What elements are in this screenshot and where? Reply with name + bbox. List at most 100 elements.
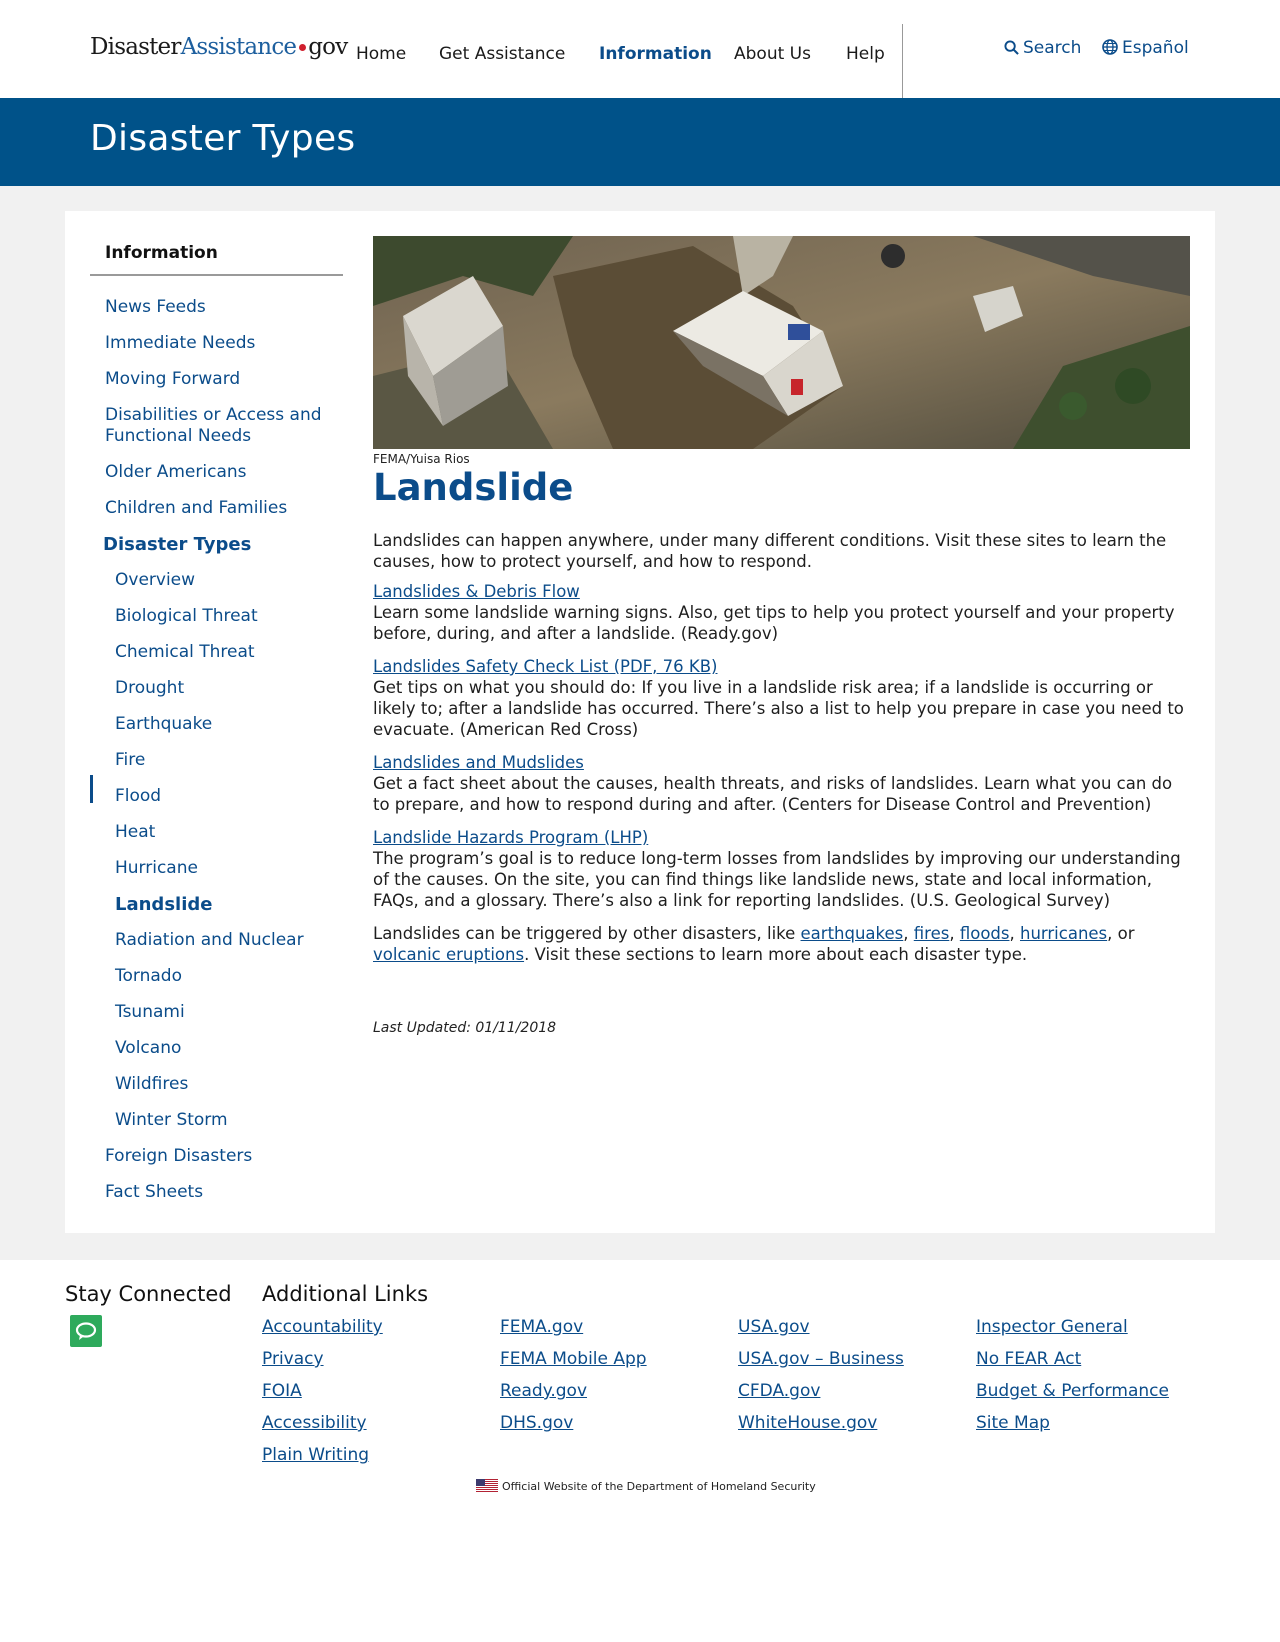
sidenav-sub-flood[interactable]: Flood	[115, 786, 161, 807]
footer-link-accountability[interactable]: Accountability	[262, 1317, 383, 1337]
site-header: DisasterAssistance gov Home Get Assistanc…	[0, 0, 1280, 102]
resource-item: Landslides & Debris Flow Learn some land…	[373, 581, 1190, 644]
footer-link-foia[interactable]: FOIA	[262, 1381, 302, 1401]
logo-dot	[299, 43, 307, 51]
footer-link-plain-writing[interactable]: Plain Writing	[262, 1445, 369, 1465]
sidenav-item-disabilities-line2[interactable]: Functional Needs	[105, 426, 251, 447]
sidenav-sub-landslide[interactable]: Landslide	[115, 894, 212, 915]
sidenav-item-moving-forward[interactable]: Moving Forward	[105, 369, 240, 390]
sidenav-item-fact-sheets[interactable]: Fact Sheets	[105, 1182, 203, 1203]
sidenav-item-news-feeds[interactable]: News Feeds	[105, 297, 206, 318]
closing-prefix: Landslides can be triggered by other dis…	[373, 924, 801, 943]
resource-description: Learn some landslide warning signs. Also…	[373, 603, 1175, 643]
sidenav-item-disabilities-line1[interactable]: Disabilities or Access and	[105, 405, 322, 426]
nav-about-us[interactable]: About Us	[734, 44, 811, 64]
us-flag-icon	[476, 1479, 498, 1492]
nav-home[interactable]: Home	[356, 44, 406, 64]
sidenav-heading: Information	[90, 243, 343, 276]
resource-link-mudslides[interactable]: Landslides and Mudslides	[373, 752, 1190, 773]
side-navigation: Information News Feeds Immediate Needs M…	[90, 243, 343, 1202]
globe-icon	[1102, 39, 1118, 55]
logo-text-disaster: Disaster	[90, 34, 181, 60]
official-website-text: Official Website of the Department of Ho…	[502, 1480, 816, 1493]
resource-item: Landslides and Mudslides Get a fact shee…	[373, 752, 1190, 815]
footer-link-dhs[interactable]: DHS.gov	[500, 1413, 573, 1433]
current-section-indicator	[90, 775, 93, 803]
footer-link-inspector-general[interactable]: Inspector General	[976, 1317, 1128, 1337]
nav-divider	[902, 24, 903, 102]
chat-icon	[75, 1322, 97, 1340]
resource-item: Landslide Hazards Program (LHP) The prog…	[373, 827, 1190, 911]
closing-separator: ,	[1009, 924, 1020, 943]
resource-link-debris-flow[interactable]: Landslides & Debris Flow	[373, 581, 1190, 602]
photo-credit: FEMA/Yuisa Rios	[373, 452, 470, 466]
site-footer: Stay Connected Additional Links Accounta…	[0, 1260, 1280, 1642]
link-fires[interactable]: fires	[914, 924, 950, 943]
link-earthquakes[interactable]: earthquakes	[801, 924, 904, 943]
language-label: Español	[1122, 38, 1189, 58]
search-icon	[1004, 40, 1019, 55]
article-title: Landslide	[373, 466, 574, 509]
sidenav-sub-wildfires[interactable]: Wildfires	[115, 1074, 188, 1095]
resource-description: The program’s goal is to reduce long-ter…	[373, 849, 1181, 910]
last-updated: Last Updated: 01/11/2018	[373, 1020, 557, 1036]
footer-link-budget-performance[interactable]: Budget & Performance	[976, 1381, 1169, 1401]
search-button[interactable]: Search	[1004, 38, 1081, 58]
sidenav-sub-radiation-nuclear[interactable]: Radiation and Nuclear	[115, 930, 304, 951]
sidenav-sub-earthquake[interactable]: Earthquake	[115, 714, 212, 735]
resource-description: Get a fact sheet about the causes, healt…	[373, 774, 1173, 814]
sidenav-sub-drought[interactable]: Drought	[115, 678, 184, 699]
closing-suffix: . Visit these sections to learn more abo…	[524, 945, 1028, 964]
sidenav-item-immediate-needs[interactable]: Immediate Needs	[105, 333, 255, 354]
footer-link-usa-business[interactable]: USA.gov – Business	[738, 1349, 904, 1369]
stay-connected-heading: Stay Connected	[65, 1282, 232, 1306]
landslide-photo-illustration	[373, 236, 1190, 449]
footer-link-accessibility[interactable]: Accessibility	[262, 1413, 367, 1433]
page-banner: Disaster Types	[0, 98, 1280, 186]
sidenav-sub-overview[interactable]: Overview	[115, 570, 195, 591]
sidenav-sub-volcano[interactable]: Volcano	[115, 1038, 181, 1059]
sidenav-sub-tsunami[interactable]: Tsunami	[115, 1002, 185, 1023]
nav-help[interactable]: Help	[846, 44, 885, 64]
link-volcanic-eruptions[interactable]: volcanic eruptions	[373, 945, 524, 964]
logo-text-gov: gov	[308, 34, 348, 60]
language-toggle[interactable]: Español	[1102, 38, 1189, 58]
closing-separator: ,	[949, 924, 960, 943]
footer-link-no-fear-act[interactable]: No FEAR Act	[976, 1349, 1081, 1369]
footer-link-usa[interactable]: USA.gov	[738, 1317, 810, 1337]
resource-item: Landslides Safety Check List (PDF, 76 KB…	[373, 656, 1190, 740]
resource-link-safety-checklist[interactable]: Landslides Safety Check List (PDF, 76 KB…	[373, 656, 1190, 677]
link-floods[interactable]: floods	[960, 924, 1010, 943]
sidenav-sub-hurricane[interactable]: Hurricane	[115, 858, 198, 879]
footer-link-privacy[interactable]: Privacy	[262, 1349, 324, 1369]
footer-link-cfda[interactable]: CFDA.gov	[738, 1381, 820, 1401]
sidenav-sub-chemical-threat[interactable]: Chemical Threat	[115, 642, 255, 663]
nav-information[interactable]: Information	[599, 44, 712, 64]
site-logo[interactable]: DisasterAssistance gov	[90, 34, 348, 60]
intro-paragraph: Landslides can happen anywhere, under ma…	[373, 531, 1167, 571]
chat-button[interactable]	[70, 1315, 102, 1347]
link-hurricanes[interactable]: hurricanes	[1020, 924, 1107, 943]
sidenav-sub-tornado[interactable]: Tornado	[115, 966, 182, 987]
footer-link-whitehouse[interactable]: WhiteHouse.gov	[738, 1413, 877, 1433]
closing-separator: ,	[903, 924, 914, 943]
sidenav-item-older-americans[interactable]: Older Americans	[105, 462, 247, 483]
logo-text-assistance: Assistance	[180, 34, 297, 60]
sidenav-sub-winter-storm[interactable]: Winter Storm	[115, 1110, 228, 1131]
landslide-photo	[373, 236, 1190, 449]
footer-link-fema[interactable]: FEMA.gov	[500, 1317, 583, 1337]
footer-link-site-map[interactable]: Site Map	[976, 1413, 1050, 1433]
search-label: Search	[1023, 38, 1082, 58]
nav-get-assistance[interactable]: Get Assistance	[439, 44, 565, 64]
sidenav-sub-biological-threat[interactable]: Biological Threat	[115, 606, 258, 627]
sidenav-section-disaster-types[interactable]: Disaster Types	[103, 534, 251, 555]
resource-link-lhp[interactable]: Landslide Hazards Program (LHP)	[373, 827, 1190, 848]
sidenav-item-children-families[interactable]: Children and Families	[105, 498, 287, 519]
page-title: Disaster Types	[90, 118, 356, 159]
sidenav-sub-heat[interactable]: Heat	[115, 822, 155, 843]
footer-link-ready[interactable]: Ready.gov	[500, 1381, 587, 1401]
footer-link-fema-mobile-app[interactable]: FEMA Mobile App	[500, 1349, 647, 1369]
sidenav-sub-fire[interactable]: Fire	[115, 750, 145, 771]
closing-paragraph: Landslides can be triggered by other dis…	[373, 923, 1190, 965]
sidenav-item-foreign-disasters[interactable]: Foreign Disasters	[105, 1146, 252, 1167]
